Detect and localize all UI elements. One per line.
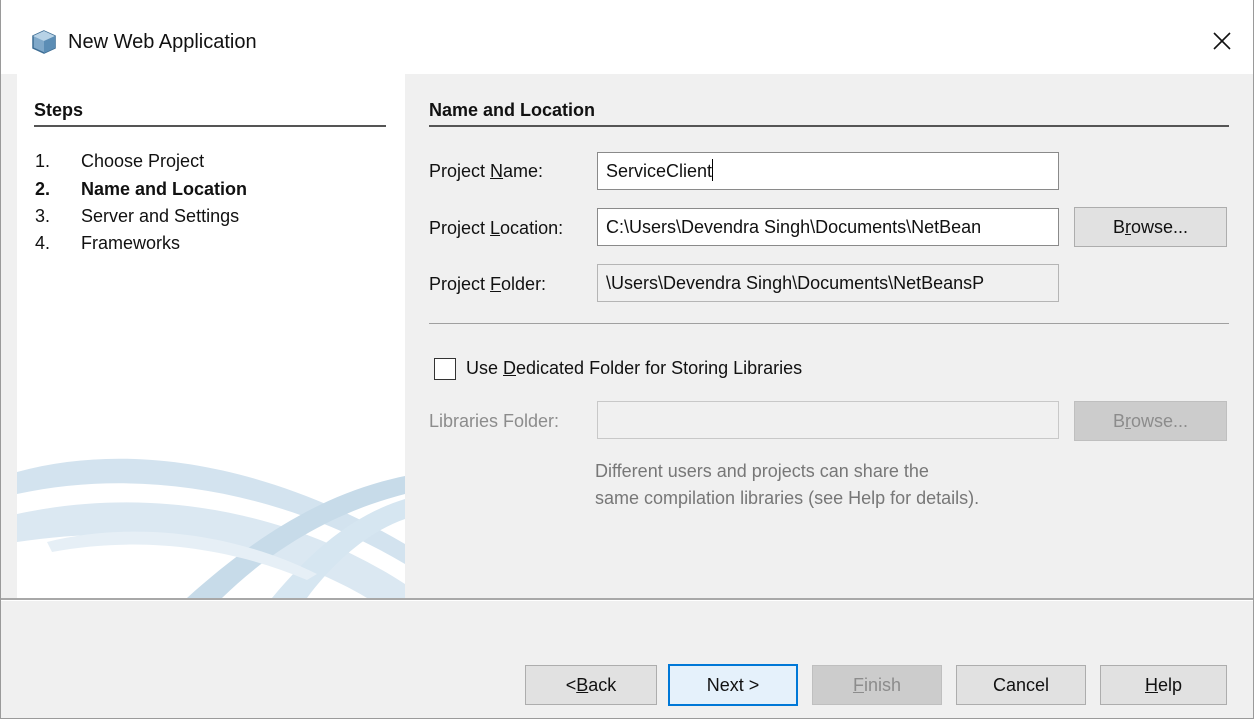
steps-divider (34, 125, 386, 127)
next-button[interactable]: Next > (668, 664, 798, 706)
netbeans-cube-icon (31, 29, 57, 55)
text-caret (712, 159, 714, 181)
steps-panel: Steps 1. Choose Project 2. Name and Locati… (17, 74, 405, 598)
window-title: New Web Application (68, 31, 257, 53)
libraries-folder-input[interactable] (597, 401, 1059, 439)
cancel-button[interactable]: Cancel (956, 665, 1086, 705)
browse-libraries-button[interactable]: Br owse... (1074, 401, 1227, 441)
project-location-input[interactable]: C:\Users\Devendra Singh\Documents\NetBea… (597, 208, 1059, 246)
step-frameworks: 4. Frameworks (35, 233, 181, 253)
project-name-input[interactable]: ServiceClient (597, 152, 1059, 190)
project-folder-label: Project Folder: (429, 274, 547, 294)
project-name-label: Project Name: (429, 161, 544, 181)
step-server-and-settings: 3. Server and Settings (35, 206, 240, 226)
help-button[interactable]: Help (1100, 665, 1227, 705)
close-icon (1212, 31, 1232, 56)
browse-location-button[interactable]: Br owse... (1074, 207, 1227, 247)
section-title: Name and Location (429, 100, 596, 120)
footer-divider-highlight (1, 600, 1253, 601)
libraries-folder-label: Libraries Folder: (429, 411, 560, 431)
dedicated-folder-checkbox[interactable] (434, 358, 456, 380)
project-location-label: Project Location: (429, 218, 564, 238)
finish-button[interactable]: Finish (812, 665, 942, 705)
new-web-application-dialog: New Web Application Steps 1. Choose Proje… (0, 0, 1254, 719)
form-separator (429, 323, 1229, 324)
section-divider (429, 125, 1229, 127)
step-choose-project: 1. Choose Project (35, 151, 205, 171)
dedicated-folder-label[interactable]: Use Dedicated Folder for Storing Librari… (466, 358, 802, 379)
title-bar[interactable]: New Web Application (1, 0, 1253, 74)
step-name-and-location: 2. Name and Location (35, 179, 248, 199)
close-button[interactable] (1205, 26, 1239, 60)
libraries-hint-text: Different users and projects can share t… (595, 461, 980, 508)
back-button[interactable]: < Back (525, 665, 657, 705)
steps-header: Steps (34, 100, 84, 120)
project-folder-field[interactable]: \Users\Devendra Singh\Documents\NetBeans… (597, 264, 1059, 302)
